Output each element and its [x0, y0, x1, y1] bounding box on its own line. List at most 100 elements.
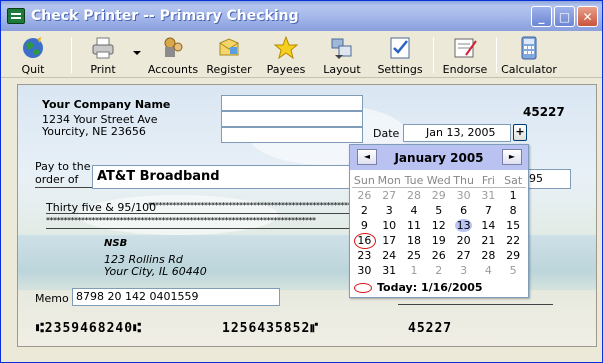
calendar-day[interactable]: 26: [352, 188, 377, 203]
calendar-week-row: 16 17 18 19 20 21 22: [352, 233, 526, 249]
calendar-day[interactable]: 14: [476, 218, 501, 233]
app-window: Check Printer -- Primary Checking _ □ ✕ …: [0, 0, 603, 363]
calendar-day[interactable]: 18: [402, 233, 427, 248]
toolbar-separator: [71, 37, 72, 73]
date-picker-button[interactable]: +: [513, 124, 527, 141]
prev-month-button[interactable]: ◄: [357, 149, 377, 165]
calendar-day[interactable]: 2: [426, 263, 451, 278]
calculator-icon: [521, 36, 537, 60]
calendar-day[interactable]: 4: [476, 263, 501, 278]
payee-field[interactable]: AT&T Broadband: [92, 165, 350, 189]
calendar-day[interactable]: 27: [377, 188, 402, 203]
calendar-day[interactable]: 21: [476, 233, 501, 248]
weekday-label: Sat: [500, 173, 526, 188]
calendar-grid: Sun Mon Tue Wed Thu Fri Sat 26 27 28 29 30 31…: [352, 173, 526, 278]
calendar-day[interactable]: 5: [426, 203, 451, 218]
calendar-day-number: 14: [481, 219, 496, 232]
memo-label: Memo: [35, 292, 69, 305]
calendar-week-row: 2 3 4 5 6 7 8: [352, 203, 526, 218]
date-label: Date: [373, 127, 400, 140]
calendar-day[interactable]: 28: [476, 248, 501, 263]
calendar-day[interactable]: 26: [426, 248, 451, 263]
calendar-day[interactable]: 30: [451, 188, 476, 203]
calendar-day-number: 3: [460, 264, 468, 277]
calendar-day-number: 29: [506, 249, 521, 262]
calendar-weekday-row: Sun Mon Tue Wed Thu Fri Sat: [352, 173, 526, 188]
calendar-day[interactable]: 5: [501, 263, 526, 278]
amount-field[interactable]: 95: [526, 169, 571, 189]
company-field-3[interactable]: [221, 127, 363, 143]
accounts-button[interactable]: Accounts: [148, 33, 198, 77]
calendar-day[interactable]: 11: [402, 218, 427, 233]
printer-icon: [92, 37, 114, 59]
calendar-day[interactable]: 8: [501, 203, 526, 218]
company-field-2[interactable]: [221, 111, 363, 127]
today-link[interactable]: Today: 1/16/2005: [354, 281, 483, 294]
calendar-day[interactable]: 4: [402, 203, 427, 218]
maximize-button[interactable]: □: [554, 6, 575, 27]
calendar-day-number: 26: [357, 189, 372, 202]
calendar-day[interactable]: 24: [377, 248, 402, 263]
calendar-day[interactable]: 3: [451, 263, 476, 278]
layout-button[interactable]: Layout: [322, 33, 362, 77]
company-field-1[interactable]: [221, 95, 363, 111]
calendar-day[interactable]: 12: [426, 218, 451, 233]
calendar-day-number: 11: [406, 219, 421, 232]
print-dropdown-arrow[interactable]: [133, 51, 141, 55]
weekday-label: Mon: [376, 174, 402, 188]
calendar-day[interactable]: 25: [402, 248, 427, 263]
title-bar[interactable]: Check Printer -- Primary Checking _ □ ✕: [1, 1, 602, 31]
calendar-day[interactable]: 9: [352, 218, 377, 233]
calendar-day-number: 28: [481, 249, 496, 262]
print-button[interactable]: Print: [83, 33, 123, 77]
calendar-day-number: 19: [431, 234, 446, 247]
payees-button[interactable]: Payees: [265, 33, 307, 77]
date-field[interactable]: Jan 13, 2005: [403, 124, 511, 142]
calculator-button[interactable]: Calculator: [501, 33, 557, 77]
calendar-day[interactable]: 13: [451, 218, 476, 233]
minimize-button[interactable]: _: [531, 6, 552, 27]
calendar-day-number: 10: [382, 219, 397, 232]
memo-field[interactable]: 8798 20 142 0401559: [72, 288, 280, 306]
calendar-day[interactable]: 3: [377, 203, 402, 218]
calendar-day[interactable]: 30: [352, 263, 377, 278]
calendar-day[interactable]: 22: [501, 233, 526, 248]
calendar-day-number: 24: [382, 249, 397, 262]
close-button[interactable]: ✕: [577, 6, 598, 27]
calendar-day-number: 29: [431, 189, 446, 202]
today-marker-icon: [354, 282, 372, 293]
calendar-day-number: 4: [410, 204, 418, 217]
calendar-day-number: 13: [456, 219, 471, 232]
calendar-day-number: 7: [484, 204, 492, 217]
register-icon: [219, 38, 239, 56]
calendar-day[interactable]: 20: [451, 233, 476, 248]
calendar-day[interactable]: 1: [402, 263, 427, 278]
bank-address-line2: Your City, IL 60440: [104, 265, 207, 278]
calendar-day[interactable]: 23: [352, 248, 377, 263]
amount-words-underline: [46, 213, 351, 214]
calendar-day[interactable]: 6: [451, 203, 476, 218]
calendar-day[interactable]: 16: [352, 233, 377, 249]
calendar-day[interactable]: 2: [352, 203, 377, 218]
calendar-day[interactable]: 31: [476, 188, 501, 203]
calendar-day[interactable]: 7: [476, 203, 501, 218]
calendar-day[interactable]: 28: [402, 188, 427, 203]
next-month-button[interactable]: ►: [502, 149, 522, 165]
company-name: Your Company Name: [42, 98, 171, 111]
calendar-day[interactable]: 17: [377, 233, 402, 248]
settings-button[interactable]: Settings: [377, 33, 423, 77]
calendar-day[interactable]: 15: [501, 218, 526, 233]
calendar-day[interactable]: 27: [451, 248, 476, 263]
calendar-day[interactable]: 10: [377, 218, 402, 233]
weekday-label: Wed: [426, 174, 452, 188]
calendar-day[interactable]: 31: [377, 263, 402, 278]
calendar-day-number: 15: [506, 219, 521, 232]
register-button[interactable]: Register: [206, 33, 252, 77]
quit-button[interactable]: Quit: [13, 33, 53, 77]
calendar-day[interactable]: 29: [426, 188, 451, 203]
calendar-day[interactable]: 29: [501, 248, 526, 263]
calendar-day-number: 27: [456, 249, 471, 262]
endorse-button[interactable]: Endorse: [442, 33, 488, 77]
calendar-day[interactable]: 19: [426, 233, 451, 248]
calendar-day[interactable]: 1: [501, 188, 526, 203]
